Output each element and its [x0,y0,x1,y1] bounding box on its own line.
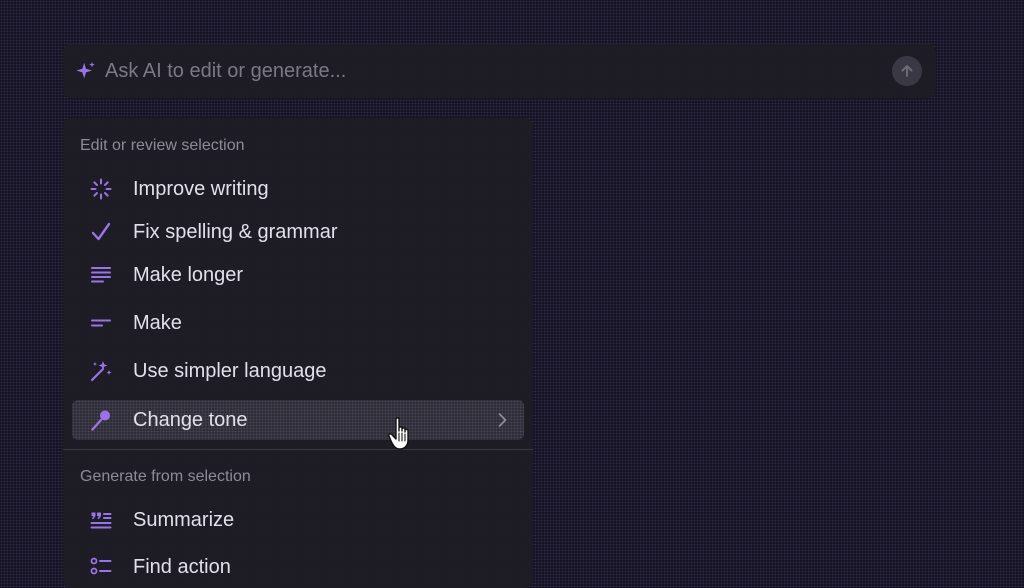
menu-item-label: Use simpler language [133,359,327,382]
ai-action-menu: Edit or review selection Improve writing… [63,118,533,588]
menu-item-label: Make longer [133,263,244,286]
section-title-generate: Generate from selection [80,468,251,485]
menu-item-label: Improve writing [133,177,269,200]
hand-cursor-icon [388,417,409,450]
menu-item-label: Fix spelling & grammar [133,220,338,243]
menu-item-make[interactable]: Make [72,303,524,343]
sparkle-icon [76,61,95,79]
menu-item-make-longer[interactable]: Make longer [72,255,524,295]
arrow-up-icon [901,65,913,77]
menu-item-find-action[interactable]: Find action [72,547,524,587]
section-title-edit: Edit or review selection [80,137,245,154]
menu-item-change-tone[interactable]: Change tone [72,400,524,440]
menu-item-improve-writing[interactable]: Improve writing [72,169,524,209]
menu-item-label: Find action [133,555,231,578]
sparkle-burst-icon [89,177,113,201]
short-lines-icon [89,311,113,335]
menu-item-simpler-language[interactable]: Use simpler language [72,351,524,391]
magic-wand-icon [89,359,113,383]
menu-item-label: Make [133,311,182,334]
menu-item-label: Summarize [133,508,235,531]
ask-ai-bar [63,44,936,98]
ask-ai-input[interactable] [105,56,892,86]
text-lines-icon [89,263,113,287]
menu-item-fix-spelling[interactable]: Fix spelling & grammar [72,212,524,252]
chevron-right-icon [498,413,507,427]
checklist-icon [89,555,113,579]
microphone-icon [89,408,113,432]
quote-list-icon [89,508,113,532]
submit-button[interactable] [892,56,922,86]
checkmark-icon [89,220,113,244]
menu-item-summarize[interactable]: Summarize [72,500,524,540]
menu-item-label: Change tone [133,408,248,431]
section-divider [63,449,533,450]
